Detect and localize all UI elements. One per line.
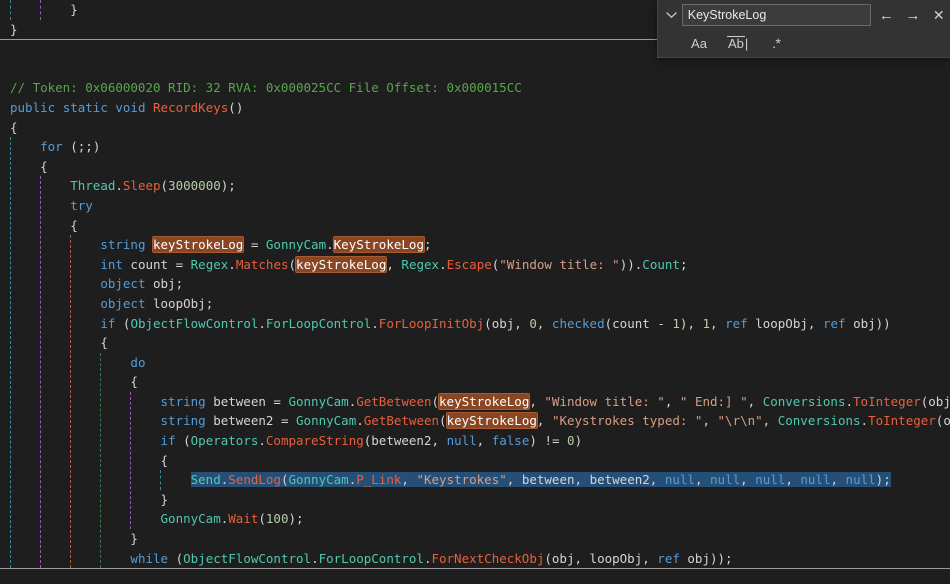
close-icon[interactable]: ✕ xyxy=(927,3,950,27)
code-line[interactable]: { xyxy=(0,451,950,471)
match-whole-word-icon[interactable]: Ab | xyxy=(724,33,751,53)
code-line[interactable]: string keyStrokeLog = GonnyCam.KeyStroke… xyxy=(0,235,950,255)
code-line[interactable]: { xyxy=(0,333,950,353)
code-line[interactable]: Thread.Sleep(3000000); xyxy=(0,176,950,196)
code-line[interactable]: public static void RecordKeys() xyxy=(0,98,950,118)
code-line[interactable]: { xyxy=(0,118,950,138)
code-line[interactable]: if (ObjectFlowControl.ForLoopControl.For… xyxy=(0,314,950,334)
code-line[interactable] xyxy=(0,59,950,79)
match-case-icon[interactable]: Aa xyxy=(688,33,710,53)
code-line[interactable]: do xyxy=(0,353,950,373)
chevron-down-icon[interactable] xyxy=(661,1,682,29)
code-line[interactable]: GonnyCam.Wait(100); xyxy=(0,509,950,529)
code-line[interactable]: if (Operators.CompareString(between2, nu… xyxy=(0,431,950,451)
section-separator xyxy=(0,568,950,584)
find-widget-options-row: Aa Ab | .* xyxy=(658,30,950,56)
code-editor-surface[interactable]: }} // Token: 0x06000020 RID: 32 RVA: 0x00… xyxy=(0,0,950,584)
code-line[interactable]: { xyxy=(0,372,950,392)
find-widget: ← → ✕ Aa Ab| .* xyxy=(657,0,950,58)
code-line[interactable]: object loopObj; xyxy=(0,294,950,314)
code-line[interactable]: string between = GonnyCam.GetBetween(key… xyxy=(0,392,950,412)
code-line[interactable]: { xyxy=(0,157,950,177)
search-input[interactable] xyxy=(681,4,872,26)
selected-code-range: Send.SendLog(GonnyCam.P_Link, "Keystroke… xyxy=(190,472,891,488)
use-regex-icon[interactable]: .* xyxy=(765,33,787,53)
code-line[interactable]: Send.SendLog(GonnyCam.P_Link, "Keystroke… xyxy=(0,470,950,490)
search-match: keyStrokeLog xyxy=(296,256,387,272)
code-line[interactable]: object obj; xyxy=(0,274,950,294)
code-line[interactable]: } xyxy=(0,490,950,510)
search-match: keyStrokeLog xyxy=(439,393,530,409)
decompiler-window: }} // Token: 0x06000020 RID: 32 RVA: 0x00… xyxy=(0,0,950,584)
use-regex-glyph: .* xyxy=(772,35,781,51)
code-line[interactable]: string between2 = GonnyCam.GetBetween(ke… xyxy=(0,411,950,431)
find-widget-main-row: ← → ✕ xyxy=(658,0,950,30)
code-line[interactable]: try xyxy=(0,196,950,216)
search-match: KeyStrokeLog xyxy=(333,237,424,253)
code-line[interactable]: { xyxy=(0,216,950,236)
find-next-button[interactable]: → xyxy=(902,3,925,27)
code-line[interactable]: while (ObjectFlowControl.ForLoopControl.… xyxy=(0,549,950,569)
code-line[interactable]: int count = Regex.Matches(keyStrokeLog, … xyxy=(0,255,950,275)
match-whole-word-bar: | xyxy=(744,35,749,51)
search-match: keyStrokeLog xyxy=(446,413,537,429)
find-previous-button[interactable]: ← xyxy=(875,3,898,27)
match-whole-word-glyph: Ab xyxy=(728,35,744,51)
search-match: keyStrokeLog xyxy=(153,237,244,253)
code-line[interactable]: // Token: 0x06000020 RID: 32 RVA: 0x0000… xyxy=(0,78,950,98)
code-line[interactable]: for (;;) xyxy=(0,137,950,157)
code-line[interactable]: } xyxy=(0,529,950,549)
